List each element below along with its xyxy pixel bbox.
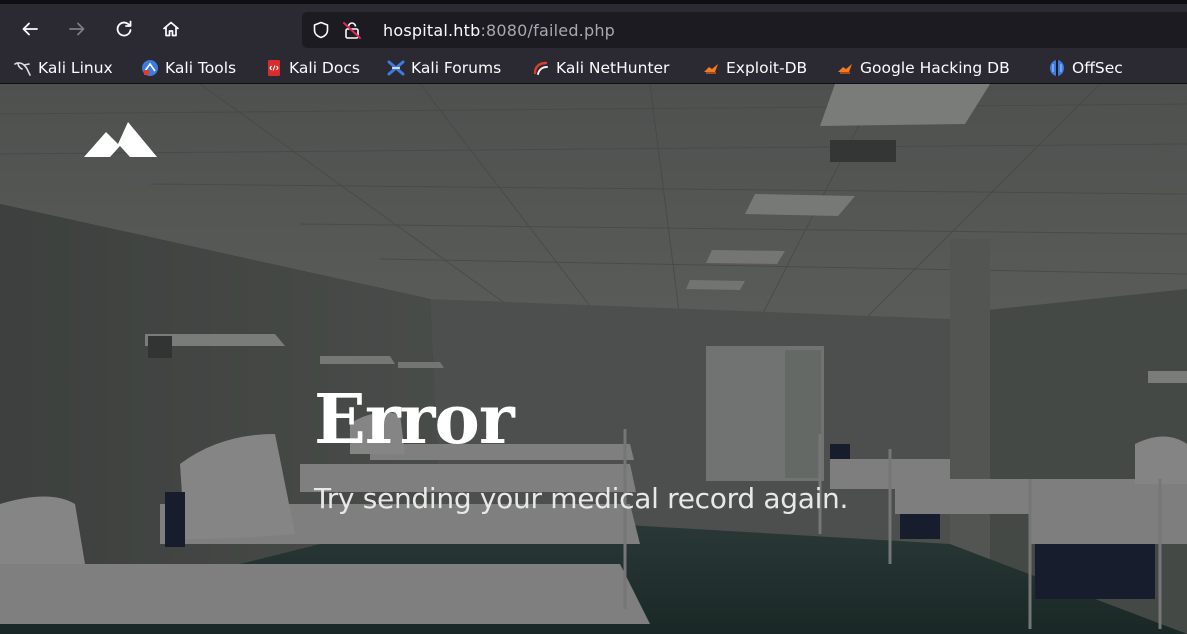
forward-arrow-icon (69, 22, 85, 36)
bookmark-label: Kali Tools (165, 59, 237, 77)
tracking-protection-shield-icon[interactable] (312, 21, 330, 43)
url-host: hospital.htb (383, 21, 481, 40)
bookmark-offsec[interactable]: OffSec (1048, 57, 1123, 79)
bookmark-label: Kali Docs (289, 59, 360, 77)
bookmark-kali-nethunter[interactable]: Kali NetHunter (532, 57, 669, 79)
kali-forums-icon (387, 59, 405, 77)
insecure-lock-icon[interactable] (342, 20, 362, 44)
bookmarks-toolbar: Kali Linux Kali Tools Kali Docs Kali For… (0, 51, 1187, 84)
browser-toolbar: hospital.htb:8080/failed.php (0, 0, 1187, 51)
forward-button[interactable] (63, 15, 91, 43)
kali-nethunter-icon (532, 59, 550, 77)
browser-window: hospital.htb:8080/failed.php Kali Linux … (0, 0, 1187, 634)
bookmark-kali-tools[interactable]: Kali Tools (141, 57, 236, 79)
offsec-icon (1048, 59, 1066, 77)
site-logo-mountain-icon[interactable] (84, 122, 157, 158)
reload-icon (116, 20, 132, 37)
bookmark-label: Kali Forums (411, 59, 502, 77)
exploit-db-icon (702, 59, 720, 77)
kali-tools-icon (141, 59, 159, 77)
error-heading: Error (314, 380, 515, 460)
bookmark-label: Exploit-DB (726, 59, 808, 77)
bookmark-kali-linux[interactable]: Kali Linux (14, 57, 113, 79)
kali-docs-icon (265, 59, 283, 77)
kali-dragon-icon (14, 59, 32, 77)
bookmark-kali-forums[interactable]: Kali Forums (387, 57, 501, 79)
bookmark-kali-docs[interactable]: Kali Docs (265, 57, 360, 79)
bookmark-label: Google Hacking DB (860, 59, 1010, 77)
page-viewport: Error Try sending your medical record ag… (0, 84, 1187, 634)
bookmark-google-hacking-db[interactable]: Google Hacking DB (836, 57, 1010, 79)
back-button[interactable] (16, 15, 44, 43)
google-hacking-db-icon (836, 59, 854, 77)
error-message: Try sending your medical record again. (314, 482, 849, 515)
bookmark-label: Kali NetHunter (556, 59, 670, 77)
url-path: :8080/failed.php (480, 21, 616, 40)
bookmark-label: Kali Linux (38, 59, 113, 77)
dark-overlay (0, 84, 1187, 634)
bookmark-label: OffSec (1072, 59, 1123, 77)
address-bar[interactable]: hospital.htb:8080/failed.php (302, 12, 1187, 48)
home-button[interactable] (157, 15, 185, 43)
reload-button[interactable] (110, 15, 138, 43)
back-arrow-icon (22, 22, 38, 36)
bookmark-exploit-db[interactable]: Exploit-DB (702, 57, 807, 79)
url-text[interactable]: hospital.htb:8080/failed.php (383, 21, 615, 40)
home-icon (163, 21, 179, 37)
